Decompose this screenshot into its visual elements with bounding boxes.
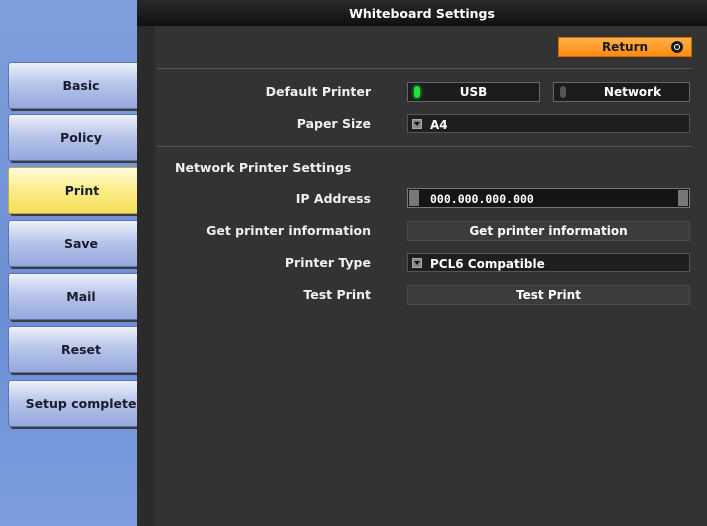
dropdown-arrow-icon: [412, 119, 422, 129]
window-title-text: Whiteboard Settings: [349, 5, 495, 21]
main-panel: Whiteboard Settings Return Default Print…: [137, 0, 707, 526]
printer-type-select[interactable]: PCL6 Compatible: [407, 253, 690, 272]
ip-address-field[interactable]: 000.000.000.000: [407, 188, 690, 208]
usb-option-label: USB: [459, 85, 488, 99]
network-option-label: Network: [603, 85, 662, 99]
led-on-icon: [414, 86, 420, 98]
sidebar-item-policy[interactable]: Policy: [8, 114, 154, 161]
default-printer-label: Default Printer: [265, 84, 371, 99]
return-icon: [671, 41, 683, 53]
get-printer-information-button-label: Get printer information: [469, 224, 628, 238]
usb-option-button[interactable]: USB: [407, 82, 540, 102]
sidebar-item-label: Print: [64, 183, 100, 198]
window-title: Whiteboard Settings: [137, 0, 707, 26]
ip-address-value: 000.000.000.000: [430, 192, 534, 206]
return-button-label: Return: [601, 40, 649, 54]
test-print-label: Test Print: [303, 287, 371, 302]
paper-size-label: Paper Size: [296, 116, 371, 131]
sidebar-item-label: Reset: [61, 342, 101, 357]
test-print-button-label: Test Print: [516, 288, 581, 302]
sidebar-item-label: Mail: [66, 289, 96, 304]
sidebar-item-label: Policy: [60, 130, 102, 145]
divider: [157, 146, 692, 147]
ip-address-label: IP Address: [295, 191, 371, 206]
paper-size-select[interactable]: A4: [407, 114, 690, 133]
sidebar-item-mail[interactable]: Mail: [8, 273, 154, 320]
sidebar-item-reset[interactable]: Reset: [8, 326, 154, 373]
sidebar: Basic Policy Print Save Mail Reset Setup…: [0, 0, 156, 526]
sidebar-item-save[interactable]: Save: [8, 220, 154, 267]
divider: [157, 68, 692, 69]
sidebar-item-label: Setup complete: [25, 396, 137, 411]
sidebar-item-label: Basic: [62, 78, 100, 93]
printer-type-value: PCL6 Compatible: [430, 257, 545, 271]
sidebar-item-print[interactable]: Print: [8, 167, 156, 214]
sidebar-item-label: Save: [63, 236, 99, 251]
sidebar-item-basic[interactable]: Basic: [8, 62, 154, 109]
dropdown-arrow-icon: [412, 258, 422, 268]
printer-type-label: Printer Type: [284, 255, 371, 270]
get-printer-information-button[interactable]: Get printer information: [407, 221, 690, 241]
get-printer-information-label: Get printer information: [206, 223, 371, 238]
return-button[interactable]: Return: [558, 37, 692, 57]
led-off-icon: [560, 86, 566, 98]
sidebar-item-setup-complete[interactable]: Setup complete: [8, 380, 154, 427]
network-printer-settings-heading: Network Printer Settings: [175, 160, 352, 175]
network-option-button[interactable]: Network: [553, 82, 690, 102]
paper-size-value: A4: [430, 118, 448, 132]
test-print-button[interactable]: Test Print: [407, 285, 690, 305]
